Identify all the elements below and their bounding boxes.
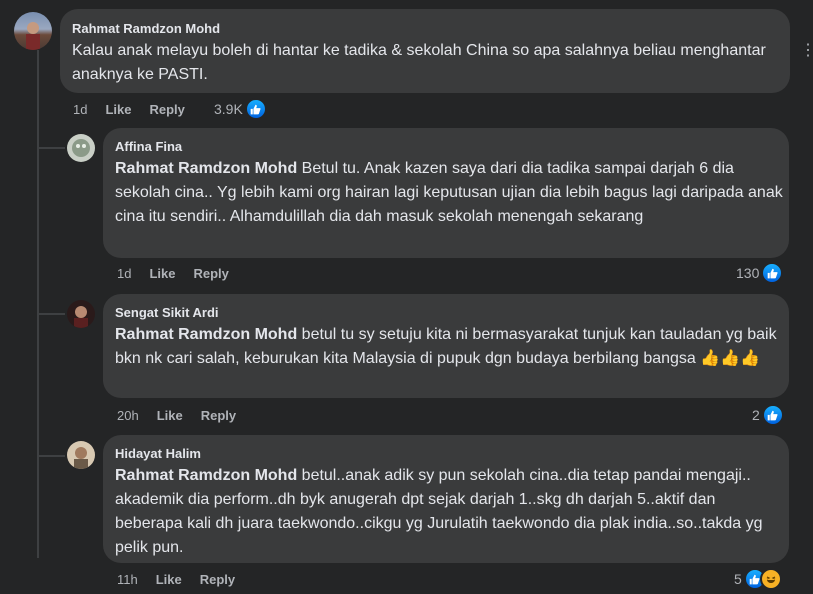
- comment-time[interactable]: 1d: [117, 266, 131, 281]
- haha-reaction-icon: [759, 568, 782, 590]
- avatar[interactable]: [67, 441, 95, 469]
- reaction-summary[interactable]: 5: [734, 568, 782, 590]
- comment-mention[interactable]: Rahmat Ramdzon Mohd: [115, 160, 297, 177]
- comment-mention[interactable]: Rahmat Ramdzon Mohd: [115, 326, 297, 343]
- comment-time[interactable]: 11h: [117, 572, 138, 587]
- reply-button[interactable]: Reply: [149, 102, 184, 117]
- like-button[interactable]: Like: [156, 572, 182, 587]
- thread-branch-1: [37, 147, 65, 149]
- reply-button[interactable]: Reply: [200, 572, 235, 587]
- comment-actions: 1d Like Reply: [73, 102, 203, 117]
- comment-text: Rahmat Ramdzon Mohd betul tu sy setuju k…: [115, 323, 785, 371]
- comment-mention[interactable]: Rahmat Ramdzon Mohd: [115, 467, 297, 484]
- thread-branch-2: [37, 313, 65, 315]
- avatar[interactable]: [14, 12, 52, 50]
- thread-branch-3: [37, 455, 65, 457]
- comment-time[interactable]: 20h: [117, 408, 139, 423]
- avatar-photo-icon: [26, 22, 40, 50]
- like-button[interactable]: Like: [105, 102, 131, 117]
- avatar[interactable]: [67, 300, 95, 328]
- thread-line-main: [37, 50, 39, 558]
- comment-author[interactable]: Rahmat Ramdzon Mohd: [72, 20, 778, 37]
- comment-author[interactable]: Hidayat Halim: [115, 445, 777, 462]
- reaction-summary[interactable]: 130: [736, 262, 784, 284]
- comment-text: Rahmat Ramdzon Mohd Betul tu. Anak kazen…: [115, 157, 785, 229]
- reply-button[interactable]: Reply: [201, 408, 236, 423]
- avatar-photo-icon: [74, 306, 88, 328]
- comment-author[interactable]: Affina Fina: [115, 138, 777, 155]
- more-horizontal-icon[interactable]: ⋮: [800, 40, 813, 60]
- reply-button[interactable]: Reply: [193, 266, 228, 281]
- reaction-count: 2: [752, 407, 760, 423]
- avatar[interactable]: [67, 134, 95, 162]
- comment-text: Rahmat Ramdzon Mohd betul..anak adik sy …: [115, 464, 775, 560]
- comment-actions: 1d Like Reply: [117, 266, 247, 281]
- reaction-summary[interactable]: 3.9K: [214, 98, 267, 120]
- comment-text: Kalau anak melayu boleh di hantar ke tad…: [72, 42, 766, 83]
- avatar-photo-icon: [72, 139, 90, 157]
- comment-actions: 11h Like Reply: [117, 572, 253, 587]
- comment-actions: 20h Like Reply: [117, 408, 254, 423]
- like-reaction-icon: [761, 404, 784, 426]
- avatar-photo-icon: [74, 447, 88, 469]
- comment-bubble: Sengat Sikit Ardi Rahmat Ramdzon Mohd be…: [103, 294, 789, 398]
- comment-bubble: Rahmat Ramdzon Mohd Kalau anak melayu bo…: [60, 9, 790, 93]
- comment-bubble: Affina Fina Rahmat Ramdzon Mohd Betul tu…: [103, 128, 789, 258]
- reaction-summary[interactable]: 2: [752, 404, 784, 426]
- comment-bubble: Hidayat Halim Rahmat Ramdzon Mohd betul.…: [103, 435, 789, 563]
- like-reaction-icon: [761, 262, 784, 284]
- comment-author[interactable]: Sengat Sikit Ardi: [115, 304, 777, 321]
- reaction-count: 130: [736, 265, 760, 281]
- like-button[interactable]: Like: [149, 266, 175, 281]
- like-reaction-icon: [244, 98, 267, 120]
- reaction-count: 3.9K: [214, 101, 243, 117]
- comment-time[interactable]: 1d: [73, 102, 87, 117]
- reaction-count: 5: [734, 571, 742, 587]
- like-button[interactable]: Like: [157, 408, 183, 423]
